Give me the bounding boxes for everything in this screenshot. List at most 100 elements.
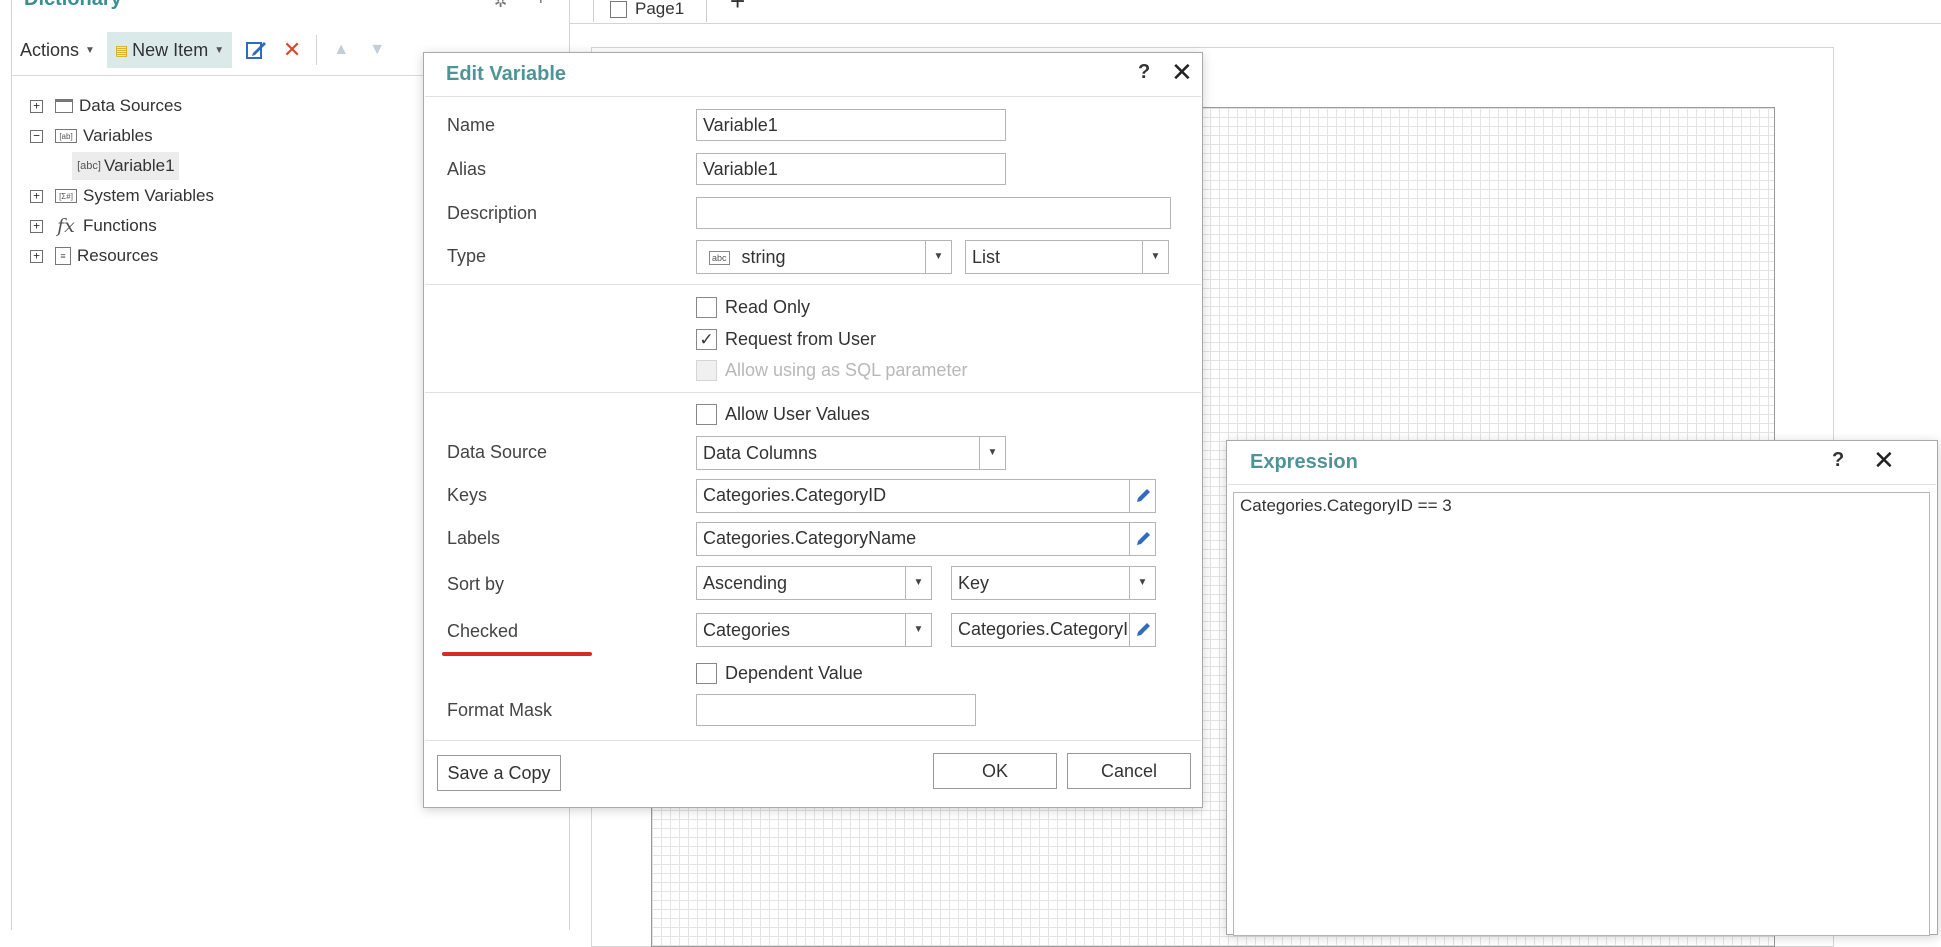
labels-input[interactable]: Categories.CategoryName <box>696 522 1156 556</box>
chevron-down-icon[interactable]: ▼ <box>1142 241 1168 273</box>
dependent-value-checkbox[interactable]: Dependent Value <box>696 663 863 684</box>
dictionary-toolbar: Actions ▼ ▤ New Item ▼ ✕ ▲ ▼ <box>12 28 395 72</box>
save-copy-button[interactable]: Save a Copy <box>437 755 561 791</box>
variables-icon: [ab] <box>55 129 77 143</box>
ok-button[interactable]: OK <box>933 753 1057 789</box>
format-mask-input[interactable] <box>696 694 976 726</box>
system-variables-icon: [Σ#] <box>55 189 77 203</box>
description-input[interactable] <box>696 197 1171 229</box>
checked-expression-input[interactable]: Categories.CategoryI <box>951 613 1156 647</box>
checkbox-box <box>696 360 717 381</box>
expand-icon[interactable]: + <box>30 219 43 233</box>
move-up-icon[interactable]: ▲ <box>323 32 359 68</box>
cancel-button[interactable]: Cancel <box>1067 753 1191 789</box>
edit-expression-button[interactable] <box>1129 523 1155 555</box>
pin-icon[interactable]: ✲ <box>494 0 507 12</box>
tree-item-label: Variable1 <box>104 156 175 175</box>
help-icon[interactable]: ? <box>1138 61 1150 84</box>
dialog-title: Expression <box>1250 451 1358 473</box>
chevron-down-icon[interactable]: ▼ <box>925 241 951 273</box>
checked-source-select[interactable]: Categories ▼ <box>696 613 932 647</box>
string-variable-icon: [abc] <box>77 160 101 172</box>
allow-user-values-checkbox[interactable]: Allow User Values <box>696 404 870 425</box>
help-icon[interactable]: ? <box>1832 449 1844 472</box>
allow-user-values-label: Allow User Values <box>725 404 870 424</box>
tree-item-variables[interactable]: − [ab] Variables <box>30 123 153 149</box>
expression-dialog: Expression ? ✕ Categories.CategoryID == … <box>1226 440 1938 936</box>
chevron-down-icon: ▼ <box>214 44 225 56</box>
chevron-down-icon[interactable]: ▼ <box>905 614 931 646</box>
tree-item-label: Resources <box>77 246 159 265</box>
function-icon: fx <box>57 215 75 237</box>
dictionary-title: Dictionary <box>24 0 122 11</box>
section-divider <box>425 284 1201 285</box>
delete-icon[interactable]: ✕ <box>274 32 310 68</box>
datasource-icon <box>55 99 73 113</box>
read-only-checkbox[interactable]: Read Only <box>696 297 810 318</box>
add-icon[interactable]: + <box>535 0 547 11</box>
name-label: Name <box>447 115 496 135</box>
checkbox-box[interactable] <box>696 404 717 425</box>
chevron-down-icon[interactable]: ▼ <box>979 437 1005 469</box>
checked-expr-value: Categories.CategoryI <box>958 619 1129 639</box>
tab-page1-label: Page1 <box>635 0 685 18</box>
expand-icon[interactable]: + <box>30 189 43 203</box>
request-from-user-label: Request from User <box>725 329 877 349</box>
edit-icon[interactable] <box>238 32 274 68</box>
tree-item-variable1[interactable]: [abc] Variable1 <box>72 152 179 180</box>
sql-parameter-checkbox: Allow using as SQL parameter <box>696 360 967 381</box>
check-icon[interactable]: ✓ <box>696 329 717 350</box>
actions-button[interactable]: Actions ▼ <box>12 32 103 68</box>
expand-icon[interactable]: + <box>30 99 43 113</box>
type-label: Type <box>447 246 487 266</box>
sort-field-value: Key <box>958 573 990 593</box>
chevron-down-icon[interactable]: ▼ <box>1129 567 1155 599</box>
move-down-icon[interactable]: ▼ <box>359 32 395 68</box>
edit-expression-button[interactable] <box>1129 480 1155 512</box>
edit-expression-button[interactable] <box>1129 614 1155 646</box>
new-item-button[interactable]: ▤ New Item ▼ <box>106 32 233 68</box>
add-page-icon[interactable]: + <box>730 0 745 17</box>
tree-item-resources[interactable]: + ≡ Resources <box>30 243 158 269</box>
expression-textarea[interactable]: Categories.CategoryID == 3 <box>1233 492 1930 936</box>
section-divider <box>425 392 1201 393</box>
dependent-value-label: Dependent Value <box>725 663 863 683</box>
alias-input[interactable]: Variable1 <box>696 153 1006 185</box>
data-source-select[interactable]: Data Columns ▼ <box>696 436 1006 470</box>
footer-divider <box>425 740 1201 741</box>
description-label: Description <box>447 203 538 223</box>
tree-item-system-variables[interactable]: + [Σ#] System Variables <box>30 183 214 209</box>
name-input[interactable]: Variable1 <box>696 109 1006 141</box>
sort-by-label: Sort by <box>447 574 505 594</box>
title-divider <box>425 96 1201 97</box>
sort-field-select[interactable]: Key ▼ <box>951 566 1156 600</box>
sort-direction-select[interactable]: Ascending ▼ <box>696 566 932 600</box>
checkbox-box[interactable] <box>696 663 717 684</box>
collapse-icon[interactable]: − <box>30 129 43 143</box>
pencil-icon <box>1136 623 1150 636</box>
labels-value: Categories.CategoryName <box>703 528 917 548</box>
resources-icon: ≡ <box>55 247 71 265</box>
tree-item-data-sources[interactable]: + Data Sources <box>30 93 182 119</box>
tree-item-label: Functions <box>83 216 157 235</box>
close-icon[interactable]: ✕ <box>1171 57 1193 88</box>
chevron-down-icon[interactable]: ▼ <box>905 567 931 599</box>
keys-input[interactable]: Categories.CategoryID <box>696 479 1156 513</box>
chevron-down-icon: ▼ <box>85 44 95 56</box>
sql-param-label: Allow using as SQL parameter <box>725 360 968 380</box>
checkbox-box[interactable] <box>696 297 717 318</box>
expand-icon[interactable]: + <box>30 249 43 263</box>
checked-source-value: Categories <box>703 620 791 640</box>
page-icon <box>610 0 627 18</box>
data-source-label: Data Source <box>447 442 548 462</box>
tab-page1[interactable]: Page1 <box>593 0 707 22</box>
request-from-user-checkbox[interactable]: ✓ Request from User <box>696 329 876 350</box>
page-tabs-bar: Page1 + <box>570 0 1941 24</box>
type-select[interactable]: abc string ▼ <box>696 240 952 274</box>
tree-item-label: Variables <box>83 126 153 145</box>
tree-item-functions[interactable]: + fx Functions <box>30 213 157 239</box>
highlight-underline <box>442 652 592 656</box>
panel-edge <box>11 0 12 930</box>
type-kind-select[interactable]: List ▼ <box>965 240 1169 274</box>
close-icon[interactable]: ✕ <box>1873 445 1895 476</box>
